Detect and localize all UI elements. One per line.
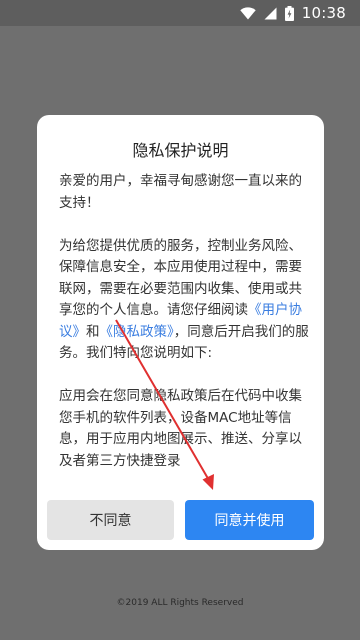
status-bar: 10:38 (0, 0, 360, 26)
wifi-icon (240, 6, 256, 20)
battery-icon (284, 5, 294, 21)
signal-icon (264, 7, 277, 20)
copyright-footer: ©2019 ALL Rights Reserved (116, 598, 244, 608)
privacy-dialog: 隐私保护说明 亲爱的用户，幸福寻甸感谢您一直以来的支持！ 为给您提供优质的服务，… (37, 115, 324, 550)
privacy-policy-link[interactable]: 《隐私政策》 (100, 324, 174, 340)
disagree-button[interactable]: 不同意 (47, 500, 174, 540)
status-time: 10:38 (301, 4, 346, 22)
dialog-title: 隐私保护说明 (132, 141, 229, 160)
dialog-body: 亲爱的用户，幸福寻甸感谢您一直以来的支持！ 为给您提供优质的服务，控制业务风险、… (59, 171, 309, 472)
and-text: 和 (86, 323, 100, 340)
data-collection-paragraph: 应用会在您同意隐私政策后在代码中收集您手机的软件列表，设备MAC地址等信息，用于… (59, 388, 302, 469)
agree-and-use-button[interactable]: 同意并使用 (185, 500, 314, 540)
greeting-text: 亲爱的用户，幸福寻甸感谢您一直以来的支持！ (59, 173, 302, 211)
service-paragraph: 为给您提供优质的服务，控制业务风险、保障信息安全，本应用使用过程中，需要联网，需… (59, 236, 309, 365)
